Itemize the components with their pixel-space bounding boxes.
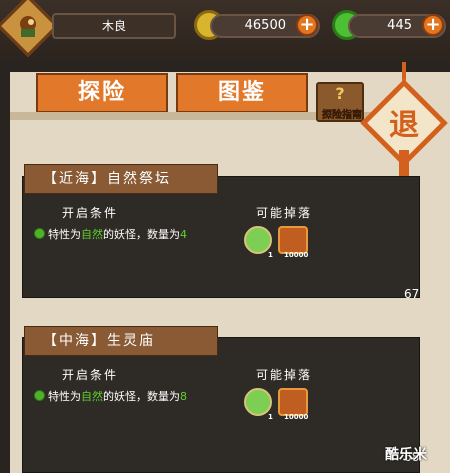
jade-drop-icon[interactable] [244,226,272,254]
tab-explore[interactable]: 探险 [36,73,168,113]
condition-icon [34,228,45,239]
gold-bag-drop-icon[interactable] [278,388,308,416]
drop-label: 可能掉落 [256,368,313,382]
card-count: 67 [404,287,420,301]
card-title: 【近海】自然祭坛 [24,164,218,194]
condition-icon [34,390,45,401]
card-title: 【中海】生灵庙 [24,326,218,356]
watermark: 酷乐米 [385,447,427,463]
jade-drop-qty: 1 [268,251,273,259]
expedition-card[interactable] [22,337,420,473]
add-gold-button[interactable]: + [296,14,318,36]
gold-drop-qty: 10000 [284,251,309,259]
gold-bag-drop-icon[interactable] [278,226,308,254]
avatar-icon [15,13,41,39]
condition-label: 开启条件 [62,368,119,382]
exit-label[interactable]: 退 [373,100,435,144]
condition-text: 特性为自然的妖怪，数量为8 [48,390,187,403]
guide-icon: ? [335,84,345,103]
gold-drop-qty: 10000 [284,413,309,421]
tab-codex[interactable]: 图鉴 [176,73,308,113]
jade-drop-qty: 1 [268,413,273,421]
jade-drop-icon[interactable] [244,388,272,416]
condition-label: 开启条件 [62,206,119,220]
condition-text: 特性为自然的妖怪，数量为4 [48,228,187,241]
drop-label: 可能掉落 [256,206,313,220]
add-jade-button[interactable]: + [422,14,444,36]
player-name: 木良 [52,13,176,39]
